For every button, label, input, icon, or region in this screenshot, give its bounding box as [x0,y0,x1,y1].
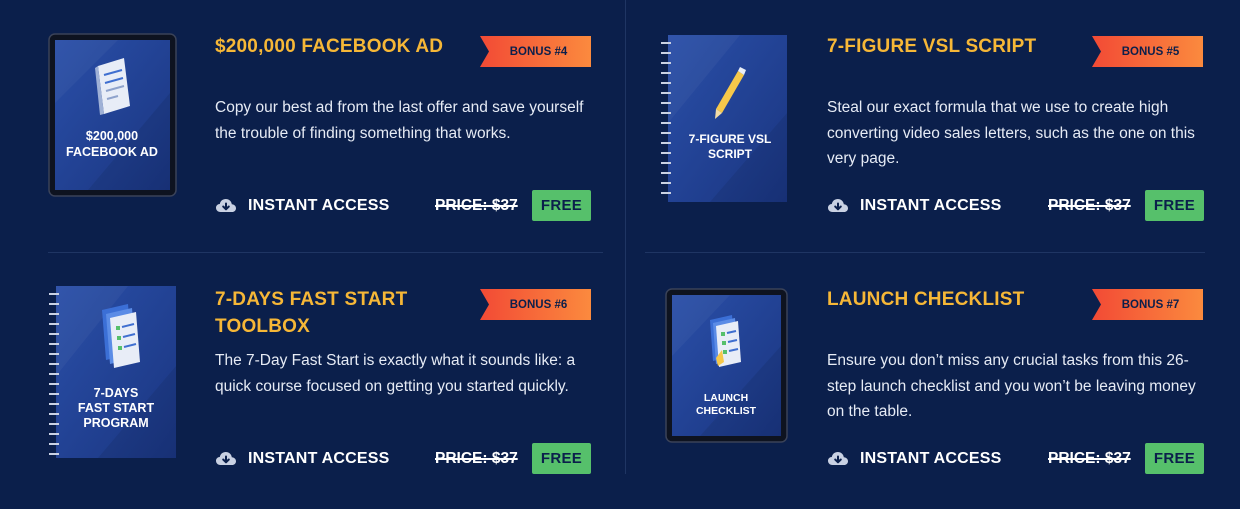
free-badge: FREE [532,443,591,474]
cloud-download-icon [828,198,848,212]
bonus-description: Copy our best ad from the last offer and… [215,99,584,142]
bonus-title: $200,000 FACEBOOK AD [215,36,444,57]
bonus-description: Ensure you don’t miss any crucial tasks … [827,352,1196,420]
bonus-badge: BONUS #5 [1092,36,1203,67]
cover-line-1: LAUNCH [704,392,748,404]
bonus-card-5: 7-FIGURE VSL SCRIPT 7-FIGURE VSL SCRIPT … [660,33,1220,248]
instant-access-link[interactable]: INSTANT ACCESS [827,443,1001,474]
cover-line-2: SCRIPT [708,147,753,161]
tablet-cover: LAUNCH CHECKLIST [665,288,788,443]
row-divider-right [645,252,1205,253]
cloud-download-icon [828,451,848,465]
notebook-cover: 7-FIGURE VSL SCRIPT [661,35,787,202]
bonus-card-4: $200,000 FACEBOOK AD $200,000 FACEBOOK A… [48,33,608,248]
bonus-description: The 7-Day Fast Start is exactly what it … [215,352,576,395]
bonus-badge: BONUS #4 [480,36,591,67]
cloud-download-icon [216,198,236,212]
tablet-cover: $200,000 FACEBOOK AD [48,33,177,197]
bonus-card-6: 7-DAYS FAST START PROGRAM 7-DAYS FAST ST… [48,286,608,501]
notebook-cover: 7-DAYS FAST START PROGRAM [49,286,176,458]
instant-access-label: INSTANT ACCESS [860,449,1002,467]
document-icon [95,58,130,115]
cover-line-2: CHECKLIST [696,405,757,417]
bonus-badge: BONUS #7 [1092,289,1203,320]
bonus-title: 7-FIGURE VSL SCRIPT [827,36,1037,57]
instant-access-link[interactable]: INSTANT ACCESS [215,190,389,221]
row-divider-left [48,252,603,253]
original-price: PRICE: $37 [1048,450,1131,467]
instant-access-label: INSTANT ACCESS [248,196,390,214]
checklist-icon [102,304,140,368]
bonus-badge: BONUS #6 [480,289,591,320]
instant-access-label: INSTANT ACCESS [248,449,390,467]
cloud-download-icon [216,451,236,465]
column-divider [625,0,626,474]
bonus-title: 7-DAYS FAST START TOOLBOX [215,289,408,337]
free-badge: FREE [532,190,591,221]
checklist-icon [710,315,741,367]
cover-line-3: PROGRAM [83,416,148,430]
cover-line-1: $200,000 [86,129,138,143]
free-badge: FREE [1145,190,1204,221]
original-price: PRICE: $37 [435,450,518,467]
original-price: PRICE: $37 [1048,197,1131,214]
bonus-grid: $200,000 FACEBOOK AD $200,000 FACEBOOK A… [0,0,1240,509]
cover-line-1: 7-FIGURE VSL [689,132,772,146]
bonus-card-7: LAUNCH CHECKLIST LAUNCH CHECKLIST BONUS … [660,286,1220,501]
cover-line-2: FAST START [78,401,155,415]
free-badge: FREE [1145,443,1204,474]
cover-line-1: 7-DAYS [94,386,139,400]
instant-access-link[interactable]: INSTANT ACCESS [827,190,1001,221]
bonus-title: LAUNCH CHECKLIST [827,289,1025,310]
cover-line-2: FACEBOOK AD [66,145,158,159]
bonus-description: Steal our exact formula that we use to c… [827,99,1195,167]
original-price: PRICE: $37 [435,197,518,214]
instant-access-label: INSTANT ACCESS [860,196,1002,214]
instant-access-link[interactable]: INSTANT ACCESS [215,443,389,474]
